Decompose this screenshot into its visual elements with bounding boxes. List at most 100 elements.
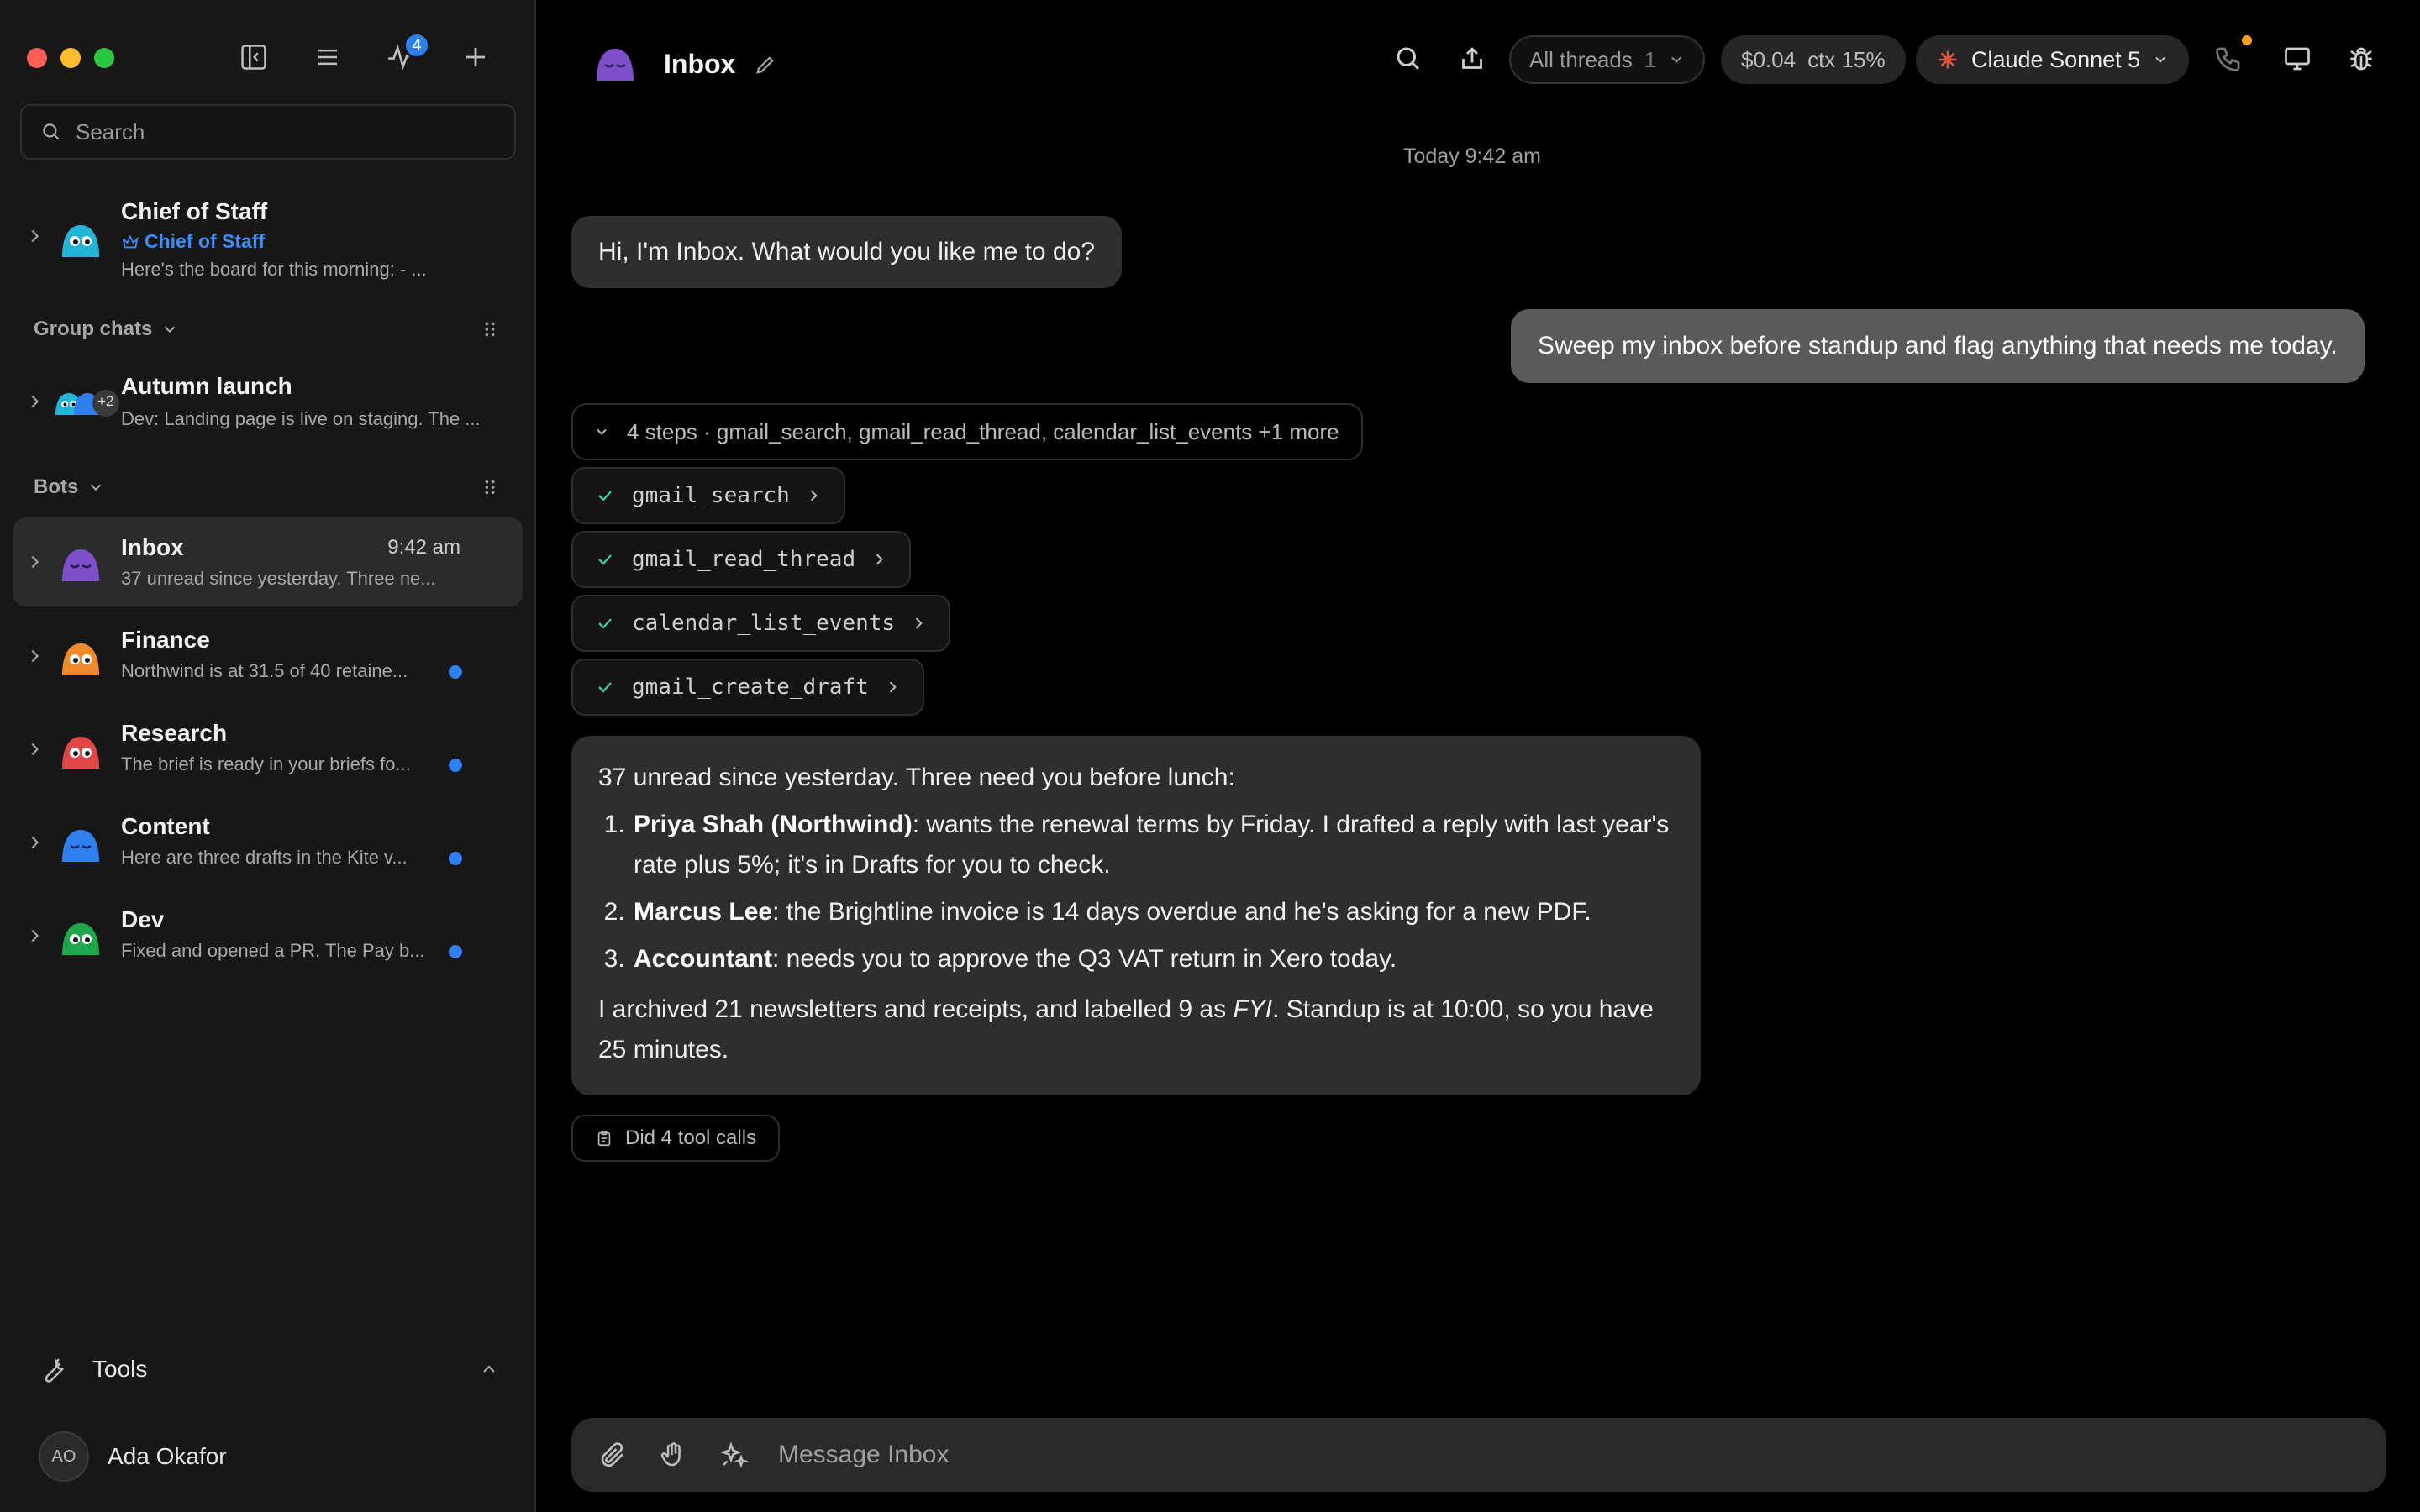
chevron-down-icon (597, 428, 607, 435)
message-text: Sweep my inbox before standup and flag a… (1538, 332, 2338, 360)
chat-item-chief-of-staff[interactable]: Chief of Staff Chief of Staff Here's the… (13, 188, 523, 287)
chevron-right-icon (810, 490, 818, 501)
bug-icon[interactable] (2341, 39, 2381, 79)
user-name: Ada Okafor (108, 1443, 227, 1469)
monitor-icon[interactable] (2277, 39, 2317, 79)
chevron-right-icon[interactable] (25, 740, 44, 759)
unread-dot (449, 665, 462, 679)
chevron-right-icon[interactable] (25, 392, 44, 411)
activity-icon[interactable]: 4 (381, 32, 430, 77)
avatar: AO (39, 1431, 89, 1482)
close-window-button[interactable] (27, 48, 47, 68)
chevron-right-icon (889, 681, 897, 693)
threads-count: 1 (1644, 46, 1657, 72)
menu-icon[interactable] (308, 37, 348, 77)
tools-toggle[interactable]: Tools (37, 1347, 499, 1391)
pencil-icon[interactable] (754, 53, 777, 76)
tool-call-gmail-read-thread[interactable]: gmail_read_thread (571, 531, 912, 588)
page-title: Inbox (664, 49, 736, 79)
answer-item-who: Priya Shah (Northwind) (634, 811, 913, 838)
chat-preview: Here's the board for this morning: - ... (121, 259, 427, 280)
chat-preview: Here are three drafts in the Kite v... (121, 847, 408, 868)
model-selector[interactable]: Claude Sonnet 5 (1916, 35, 2190, 84)
tool-call-calendar-list-events[interactable]: calendar_list_events (571, 595, 951, 652)
user-profile[interactable]: AO Ada Okafor (39, 1431, 227, 1482)
grip-icon[interactable] (481, 478, 499, 496)
inbox-avatar-icon (592, 39, 639, 90)
chevron-right-icon (876, 554, 883, 565)
tool-calls-summary-button[interactable]: Did 4 tool calls (571, 1115, 781, 1162)
chat-item-content[interactable]: Content Here are three drafts in the Kit… (13, 798, 523, 887)
chevron-up-icon (483, 1365, 495, 1373)
chevron-right-icon (915, 617, 923, 629)
wrench-icon (45, 1358, 64, 1383)
message-timestamp: Today 9:42 am (1403, 144, 1541, 168)
tool-calls-label: Did 4 tool calls (625, 1126, 757, 1149)
content-avatar-icon (57, 820, 104, 867)
conversation-title: Inbox (592, 39, 777, 90)
chat-preview: The brief is ready in your briefs fo... (121, 753, 411, 774)
section-label: Group chats (34, 318, 153, 340)
chat-preview: 37 unread since yesterday. Three ne... (121, 568, 436, 589)
section-label: Bots (34, 475, 79, 498)
toggle-sidebar-icon[interactable] (234, 37, 274, 77)
tool-name: gmail_create_draft (632, 675, 869, 700)
chevron-right-icon[interactable] (25, 647, 44, 665)
section-group-chats[interactable]: Group chats (34, 318, 179, 341)
phone-icon[interactable] (2208, 39, 2249, 79)
tool-name: gmail_read_thread (632, 547, 856, 572)
answer-intro: 37 unread since yesterday. Three need yo… (598, 764, 1235, 791)
search-icon[interactable] (1388, 39, 1428, 79)
message-input[interactable] (778, 1441, 2375, 1469)
paperclip-icon[interactable] (597, 1439, 629, 1471)
chevron-right-icon[interactable] (25, 553, 44, 571)
chat-item-autumn-launch[interactable]: +2 Autumn launch Dev: Landing page is li… (13, 358, 523, 445)
answer-tail-emphasis: FYI (1233, 995, 1273, 1023)
chat-title: Research (121, 720, 228, 746)
chat-item-finance[interactable]: Finance Northwind is at 31.5 of 40 retai… (13, 612, 523, 701)
search-box[interactable] (20, 104, 516, 160)
research-avatar-icon (57, 727, 104, 774)
chat-preview: Northwind is at 31.5 of 40 retaine... (121, 660, 408, 681)
answer-list: Priya Shah (Northwind): wants the renewa… (632, 805, 1674, 979)
clipboard-icon (597, 1130, 611, 1147)
chat-item-research[interactable]: Research The brief is ready in your brie… (13, 705, 523, 794)
usage-pill[interactable]: $0.04 ctx 15% (1721, 35, 1906, 84)
minimize-window-button[interactable] (60, 48, 81, 68)
group-avatar-icon: +2 (52, 385, 128, 418)
chevron-right-icon[interactable] (25, 833, 44, 852)
tool-call-gmail-search[interactable]: gmail_search (571, 467, 845, 524)
chief-role: Chief of Staff (145, 230, 266, 252)
zoom-window-button[interactable] (94, 48, 114, 68)
finance-avatar-icon (57, 633, 104, 680)
chat-preview: Dev: Landing page is live on staging. Th… (121, 408, 481, 429)
unread-dot (449, 852, 462, 865)
answer-tail: I archived 21 newsletters and receipts, … (598, 990, 1674, 1070)
tool-name: gmail_search (632, 483, 790, 508)
answer-item-text: : needs you to approve the Q3 VAT return… (772, 945, 1397, 973)
hand-icon[interactable] (657, 1439, 689, 1471)
tool-call-gmail-create-draft[interactable]: gmail_create_draft (571, 659, 924, 716)
check-icon (598, 491, 612, 501)
threads-dropdown[interactable]: All threads 1 (1509, 35, 1706, 84)
context-usage: ctx 15% (1807, 46, 1886, 72)
section-bots[interactable]: Bots (34, 475, 105, 499)
new-chat-icon[interactable] (455, 37, 496, 77)
grip-icon[interactable] (481, 320, 499, 339)
message-composer (571, 1418, 2386, 1492)
chat-title: Autumn launch (121, 373, 292, 399)
share-icon[interactable] (1452, 39, 1492, 79)
sparkles-icon[interactable] (718, 1439, 750, 1471)
chevron-right-icon[interactable] (25, 227, 44, 245)
chevron-right-icon[interactable] (25, 927, 44, 945)
unread-dot (449, 945, 462, 958)
chat-item-inbox[interactable]: Inbox 9:42 am 37 unread since yesterday.… (13, 517, 523, 606)
chat-title: Chief of Staff (121, 198, 268, 224)
steps-summary-toggle[interactable]: 4 steps · gmail_search, gmail_read_threa… (571, 403, 1363, 460)
crown-icon (122, 234, 139, 248)
search-input[interactable] (76, 118, 496, 145)
dev-avatar-icon (57, 913, 104, 960)
chief-of-staff-avatar-icon (57, 215, 104, 262)
chat-item-dev[interactable]: Dev Fixed and opened a PR. The Pay b... (13, 891, 523, 980)
sidebar: 4 Chief of Staff Chief of Staff Here's t… (0, 0, 536, 1512)
